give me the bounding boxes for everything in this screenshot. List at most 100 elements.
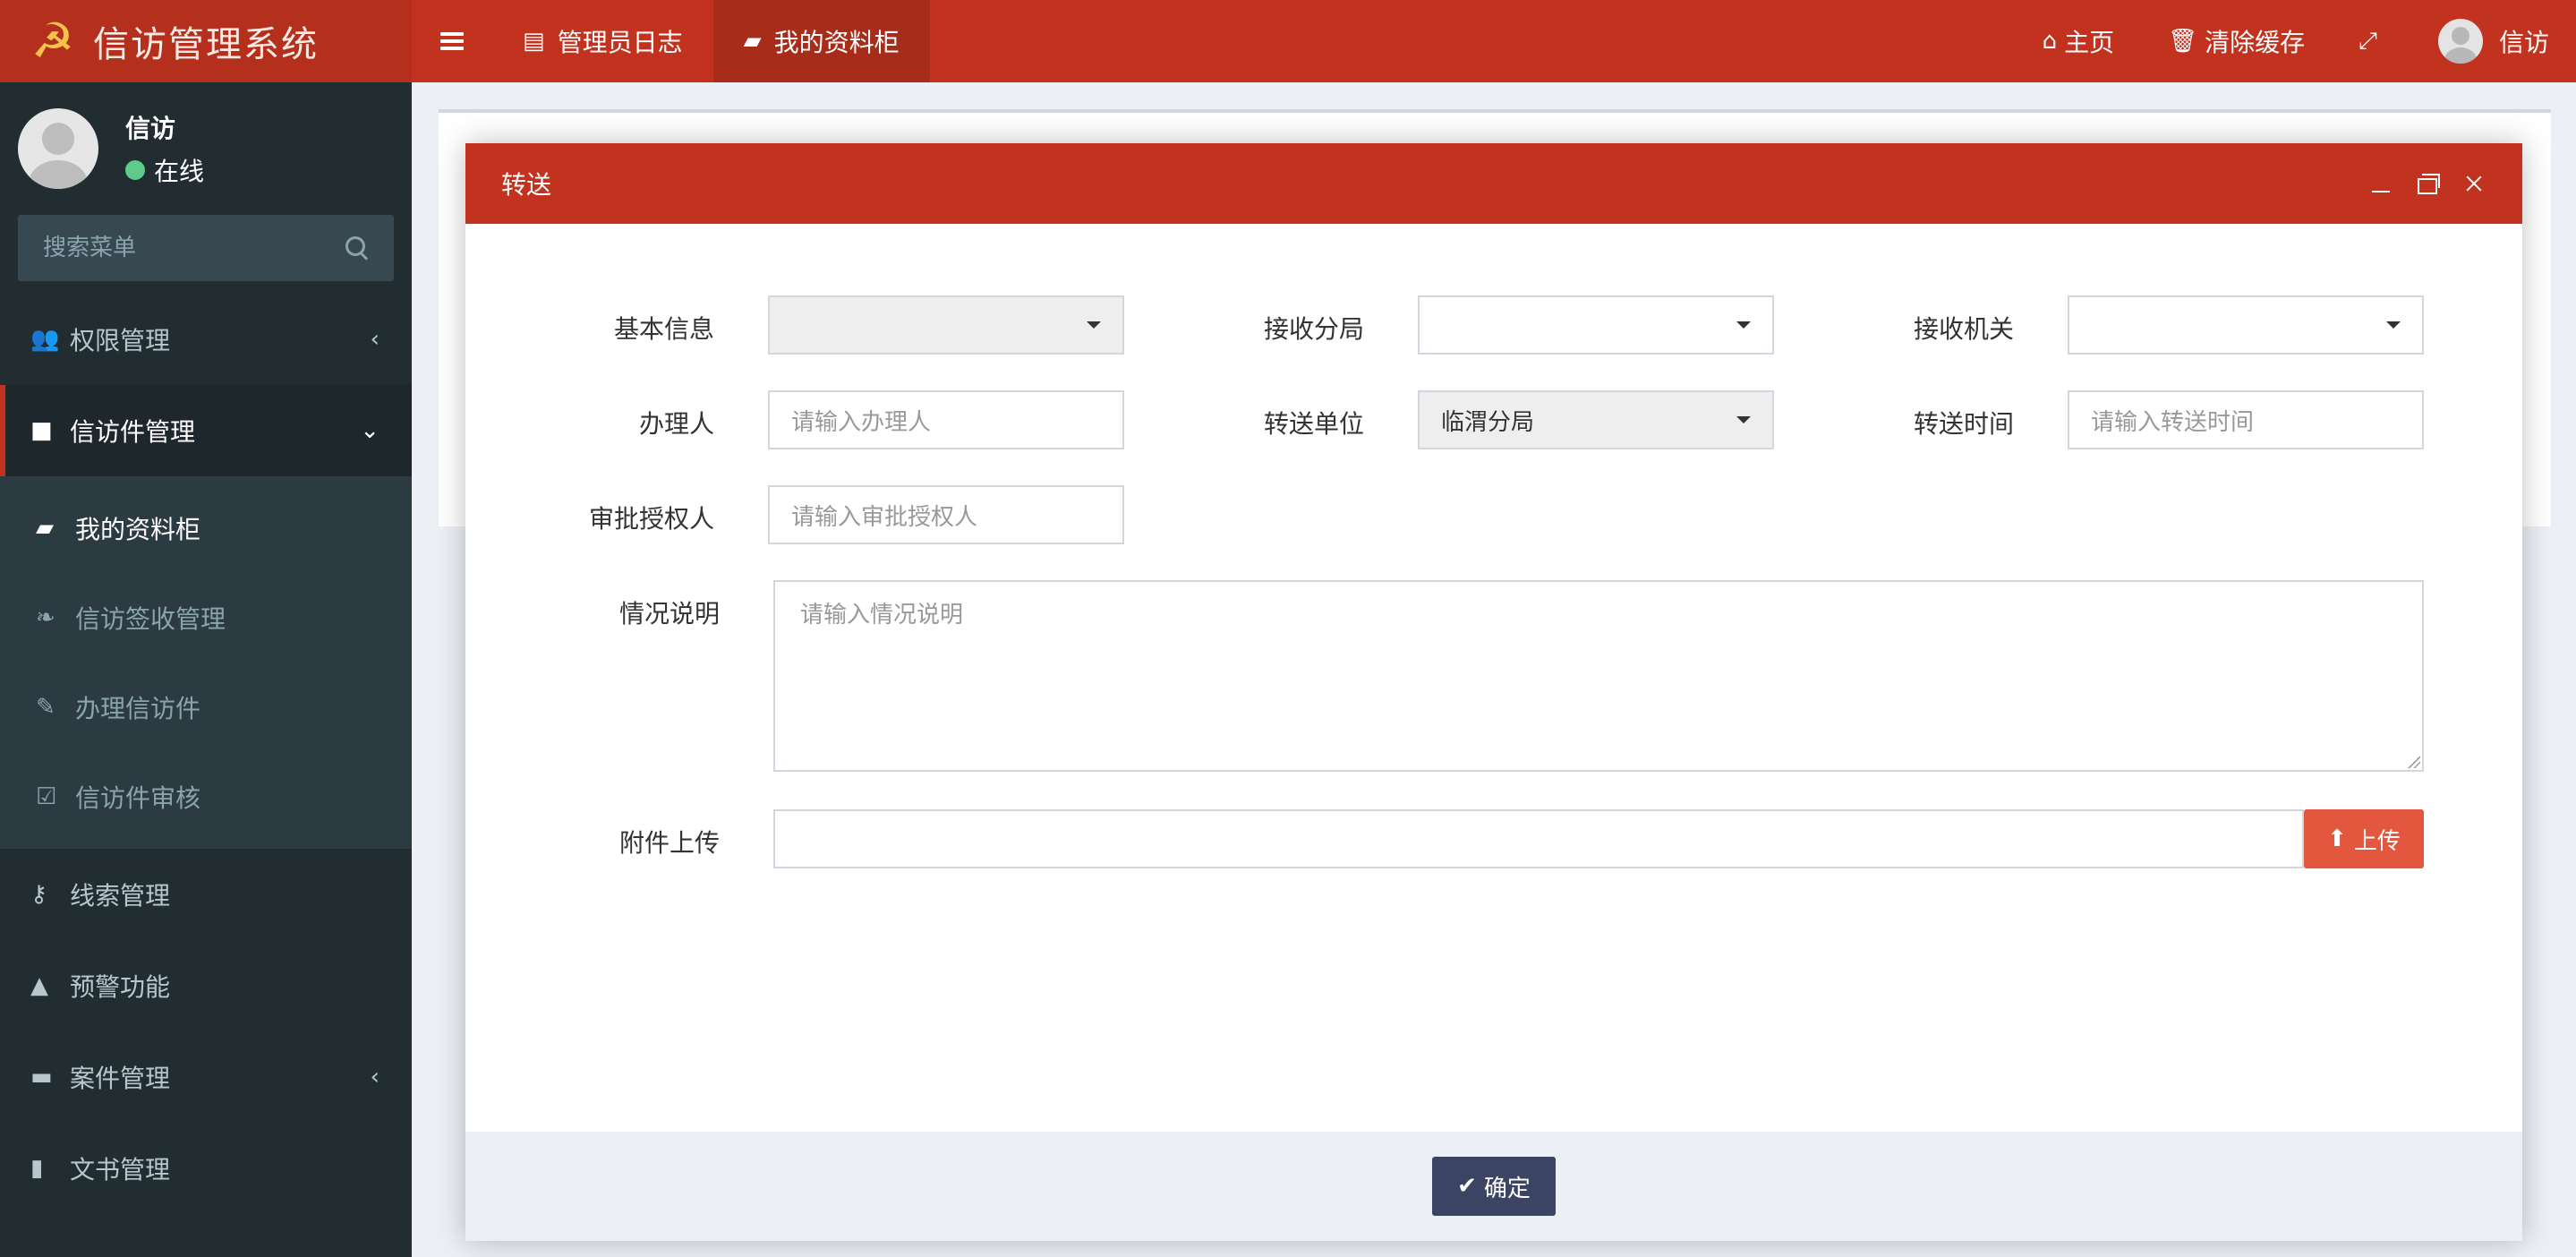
search-icon[interactable] (345, 236, 369, 260)
modal-title: 转送 (501, 170, 552, 200)
key-icon: ⚷ (30, 881, 48, 908)
basic-info-label: 基本信息 (613, 314, 714, 344)
sidebar-item-petitions[interactable]: ■ 信访件管理 ⌄ (0, 385, 412, 476)
handler-placeholder: 请输入办理人 (791, 408, 932, 436)
description-textarea[interactable]: 请输入情况说明 (773, 580, 2424, 772)
hamburger-icon (440, 32, 464, 50)
clear-cache-label: 清除缓存 (2205, 28, 2306, 57)
sidebar-subitem-my-cabinet[interactable]: ▰ 我的资料柜 (0, 483, 412, 573)
petitions-submenu: ▰ 我的资料柜 ❧ 信访签收管理 ✎ 办理信访件 ☑ 信访件审核 (0, 476, 412, 849)
receive-org-label: 接收机关 (1913, 314, 2014, 344)
sidebar-item-warning[interactable]: ▲ 预警功能 (0, 940, 412, 1031)
sidebar-item-documents[interactable]: ▮ 文书管理 (0, 1123, 412, 1214)
top-header: ☭ 信访管理系统 ▤ 管理员日志 ▰ 我的资料柜 ⌂ 主页 🗑 清除缓存 ⤢ 信… (0, 0, 2576, 82)
description-placeholder: 请输入情况说明 (800, 602, 964, 628)
fullscreen-button[interactable]: ⤢ (2332, 0, 2411, 82)
chevron-down-icon: ⌄ (360, 417, 380, 444)
folder-icon: ■ (30, 417, 53, 444)
attachment-label: 附件上传 (618, 828, 720, 858)
user-name: 信访 (2498, 28, 2549, 57)
maximize-icon[interactable] (2415, 171, 2440, 196)
modal-footer: ✔ 确定 (465, 1132, 2522, 1241)
search-input[interactable] (43, 235, 345, 261)
modal-header: 转送 (465, 143, 2522, 224)
user-status: 在线 (125, 152, 204, 188)
sidebar-menu: 👥 权限管理 ‹ ■ 信访件管理 ⌄ ▰ 我的资料柜 ❧ 信访签收管理 ✎ 办理… (0, 294, 412, 1214)
modal-tools (2347, 171, 2486, 196)
upload-icon: ⬆ (2327, 825, 2347, 852)
caret-down-icon (1736, 321, 1751, 329)
check-icon: ✔ (1457, 1173, 1477, 1200)
home-link[interactable]: ⌂ 主页 (2016, 0, 2142, 82)
check-square-icon: ☑ (36, 783, 57, 810)
avatar (18, 108, 98, 189)
sidebar-item-label: 线索管理 (70, 881, 171, 911)
status-label: 在线 (154, 157, 205, 186)
status-dot-icon (125, 160, 145, 180)
caret-down-icon (1736, 416, 1751, 423)
chevron-left-icon: ‹ (370, 326, 380, 353)
folder-open-icon: ▰ (36, 515, 54, 542)
minimize-icon[interactable] (2368, 171, 2393, 196)
hammer-sickle-icon: ☭ (30, 13, 75, 69)
upload-button[interactable]: ⬆ 上传 (2304, 809, 2424, 868)
sidebar-toggle-button[interactable] (412, 0, 492, 82)
caret-down-icon (1087, 321, 1101, 329)
leaf-icon: ❧ (36, 604, 55, 631)
basic-info-select[interactable] (768, 295, 1124, 355)
sidebar-item-label: 案件管理 (70, 1064, 171, 1093)
sidebar-item-cases[interactable]: ▬ 案件管理 ‹ (0, 1031, 412, 1123)
resize-handle-icon[interactable] (2408, 756, 2420, 768)
confirm-label: 确定 (1483, 1175, 1531, 1202)
tab-admin-log[interactable]: ▤ 管理员日志 (492, 0, 713, 82)
tab-my-cabinet[interactable]: ▰ 我的资料柜 (712, 0, 930, 82)
expand-icon: ⤢ (2358, 27, 2377, 55)
upload-label: 上传 (2353, 827, 2401, 855)
approver-input[interactable]: 请输入审批授权人 (768, 485, 1124, 544)
tab-label: 管理员日志 (557, 28, 683, 57)
sidebar-user-name: 信访 (125, 114, 176, 143)
confirm-button[interactable]: ✔ 确定 (1432, 1157, 1556, 1216)
archive-icon: ▬ (30, 1064, 53, 1090)
sidebar-item-clues[interactable]: ⚷ 线索管理 (0, 849, 412, 940)
header-right-menu: ⌂ 主页 🗑 清除缓存 ⤢ 信访 (2016, 0, 2576, 82)
sidebar-subitem-signing[interactable]: ❧ 信访签收管理 (0, 573, 412, 663)
receive-org-select[interactable] (2068, 295, 2424, 355)
list-icon: ▤ (523, 28, 545, 55)
handler-input[interactable]: 请输入办理人 (768, 390, 1124, 449)
receive-branch-select[interactable] (1418, 295, 1774, 355)
chevron-left-icon: ‹ (370, 1064, 380, 1090)
sidebar: 信访 在线 👥 权限管理 ‹ ■ 信访件管理 ⌄ ▰ 我的资料柜 ❧ (0, 82, 412, 1257)
user-menu[interactable]: 信访 (2411, 0, 2576, 82)
transfer-modal: 转送 基本信息 接收分局 接收机关 办理人 请输入办理人 转送单位 临渭分局 转… (465, 143, 2522, 1241)
clear-cache-button[interactable]: 🗑 清除缓存 (2141, 0, 2332, 82)
approver-placeholder: 请输入审批授权人 (791, 503, 978, 531)
receive-branch-label: 接收分局 (1263, 314, 1364, 344)
edit-icon: ✎ (36, 694, 55, 721)
close-icon[interactable] (2461, 171, 2486, 196)
description-label: 情况说明 (618, 599, 720, 628)
sidebar-subitem-review[interactable]: ☑ 信访件审核 (0, 752, 412, 842)
home-icon: ⌂ (2042, 28, 2058, 55)
transfer-time-input[interactable]: 请输入转送时间 (2068, 390, 2424, 449)
sidebar-item-label: 文书管理 (70, 1155, 171, 1184)
transfer-time-label: 转送时间 (1913, 409, 2014, 439)
warning-icon: ▲ (30, 972, 48, 999)
tab-label: 我的资料柜 (773, 28, 900, 57)
trash-icon: 🗑 (2168, 28, 2198, 55)
handler-label: 办理人 (638, 409, 714, 439)
sidebar-item-label: 信访件审核 (75, 783, 201, 813)
sidebar-item-permissions[interactable]: 👥 权限管理 ‹ (0, 294, 412, 385)
transfer-time-placeholder: 请输入转送时间 (2091, 408, 2255, 436)
caret-down-icon (2386, 321, 2401, 329)
transfer-unit-select[interactable]: 临渭分局 (1418, 390, 1774, 449)
logo[interactable]: ☭ 信访管理系统 (0, 0, 412, 82)
sidebar-item-label: 我的资料柜 (75, 515, 201, 544)
transfer-unit-label: 转送单位 (1263, 409, 1364, 439)
user-panel: 信访 在线 (0, 82, 412, 215)
book-icon: ▮ (30, 1155, 44, 1182)
approver-label: 审批授权人 (588, 504, 714, 534)
sidebar-item-label: 办理信访件 (75, 694, 201, 723)
sidebar-subitem-handle[interactable]: ✎ 办理信访件 (0, 663, 412, 752)
attachment-input[interactable] (773, 809, 2304, 868)
